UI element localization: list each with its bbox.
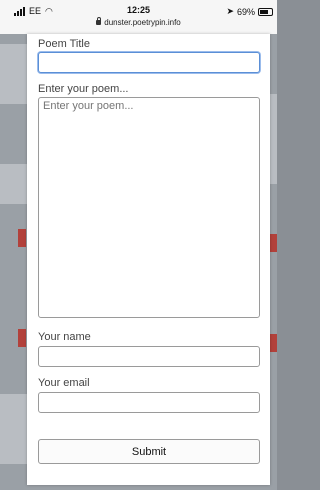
poem-title-input[interactable] [38,52,260,73]
lock-icon [96,17,102,25]
name-input[interactable] [38,346,260,367]
url-text: dunster.poetrypin.info [104,18,181,27]
poem-form-panel: Poem Title Enter your poem... Your name … [27,34,270,485]
status-bar: EE ◠ 12:25 dunster.poetrypin.info ➤ 69% [0,0,277,35]
poem-body-placeholder: Enter your poem... [38,83,129,95]
email-label: Your email [38,377,90,389]
background-accent [18,329,26,347]
poem-textarea[interactable] [38,97,260,318]
background-block [270,94,277,184]
background-block [0,44,27,104]
background-accent [18,229,26,247]
battery-group: ➤ 69% [226,6,273,17]
battery-percent: 69% [236,6,255,17]
location-arrow-icon: ➤ [226,6,234,16]
background-block [0,164,27,204]
battery-icon [258,7,273,16]
background-block [0,394,27,464]
url-bar[interactable]: dunster.poetrypin.info [0,17,277,27]
background-accent [269,334,277,352]
submit-button[interactable]: Submit [38,439,260,464]
background-accent [269,234,277,252]
email-input[interactable] [38,392,260,413]
poem-title-label: Poem Title [38,38,90,50]
name-label: Your name [38,331,91,343]
